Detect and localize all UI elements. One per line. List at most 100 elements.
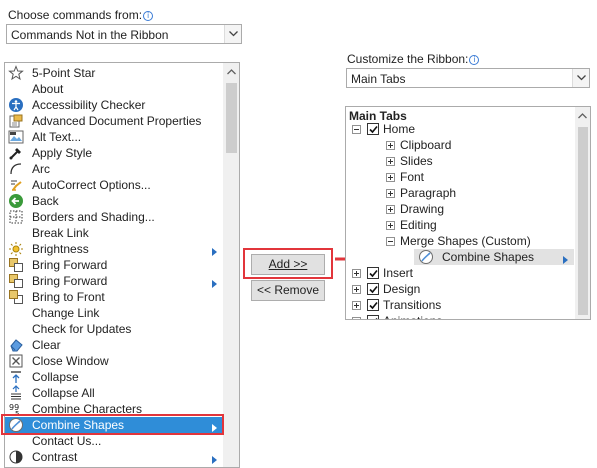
command-list-item[interactable]: Borders and Shading...	[5, 209, 223, 225]
tree-scrollbar[interactable]	[575, 107, 590, 319]
collapse-icon	[8, 369, 24, 385]
command-label: About	[32, 82, 64, 96]
expand-icon[interactable]	[352, 301, 361, 310]
command-list-item[interactable]: Bring to Front	[5, 289, 223, 305]
expand-icon[interactable]	[386, 205, 395, 214]
command-list-item[interactable]: Check for Updates	[5, 321, 223, 337]
bring-forward-icon	[8, 273, 24, 289]
command-label: Accessibility Checker	[32, 98, 146, 112]
command-list-item[interactable]: About	[5, 81, 223, 97]
command-list-item[interactable]: Collapse	[5, 369, 223, 385]
document-properties-icon	[8, 113, 24, 129]
command-list-item[interactable]: AutoCorrect Options...	[5, 177, 223, 193]
checkbox-icon[interactable]	[367, 123, 379, 135]
command-list-item[interactable]: Bring Forward	[5, 273, 223, 289]
ribbon-tree-node[interactable]: Insert	[346, 265, 574, 281]
command-list-item[interactable]: Apply Style	[5, 145, 223, 161]
ribbon-tree-node[interactable]: Slides	[346, 153, 574, 169]
brightness-icon	[8, 241, 24, 257]
clear-icon	[8, 337, 24, 353]
tree-node-label: Drawing	[400, 202, 445, 216]
apply-style-icon	[8, 145, 24, 161]
expand-icon[interactable]	[352, 317, 361, 319]
command-label: Contact Us...	[32, 434, 102, 448]
add-button[interactable]: Add >>	[251, 254, 325, 275]
ribbon-tree-node[interactable]: Editing	[346, 217, 574, 233]
borders-icon	[8, 209, 24, 225]
ribbon-tree-node[interactable]: Clipboard	[346, 137, 574, 153]
command-list-item[interactable]: Arc	[5, 161, 223, 177]
ribbon-tree-node[interactable]: Design	[346, 281, 574, 297]
expand-icon[interactable]	[386, 157, 395, 166]
command-list-item[interactable]: Back	[5, 193, 223, 209]
chevron-down-icon[interactable]	[224, 25, 241, 43]
ribbon-tree-node[interactable]: Combine Shapes	[346, 249, 574, 265]
remove-button[interactable]: << Remove	[251, 280, 325, 301]
command-list-item[interactable]: Advanced Document Properties	[5, 113, 223, 129]
command-list-item[interactable]: Bring Forward	[5, 257, 223, 273]
tree-node-label: Font	[400, 170, 425, 184]
bring-to-front-icon	[8, 289, 24, 305]
expand-icon[interactable]	[386, 189, 395, 198]
command-list-item[interactable]: Break Link	[5, 225, 223, 241]
tree-node-label: Insert	[383, 266, 414, 280]
checkbox-icon[interactable]	[367, 267, 379, 279]
ribbon-tree[interactable]: Main Tabs Home Clipboard Slides Font Paragra…	[345, 106, 591, 320]
scroll-up-icon[interactable]	[578, 113, 587, 119]
choose-commands-dropdown[interactable]: Commands Not in the Ribbon	[6, 24, 242, 44]
command-list-item[interactable]: Alt Text...	[5, 129, 223, 145]
back-icon	[8, 193, 24, 209]
command-list-item[interactable]: Brightness	[5, 241, 223, 257]
expand-icon[interactable]	[352, 285, 361, 294]
ribbon-tree-node[interactable]: Transitions	[346, 297, 574, 313]
collapse-icon[interactable]	[386, 237, 395, 246]
bring-forward-icon	[8, 257, 24, 273]
command-label: Break Link	[32, 226, 89, 240]
commands-list[interactable]: 5-Point Star About Accessibility Checker Ad…	[4, 62, 240, 468]
command-list-item[interactable]: Close Window	[5, 353, 223, 369]
tree-node-label: Animations	[383, 314, 442, 319]
customize-ribbon-label: Customize the Ribbon: i	[347, 52, 480, 66]
combine-shapes-highlight	[1, 414, 224, 435]
tree-node-label: Design	[383, 282, 421, 296]
chevron-down-icon[interactable]	[572, 69, 589, 87]
expand-icon[interactable]	[386, 173, 395, 182]
autocorrect-icon	[8, 177, 24, 193]
command-list-item[interactable]: Collapse All	[5, 385, 223, 401]
ribbon-tree-node[interactable]: Font	[346, 169, 574, 185]
scroll-up-icon[interactable]	[227, 69, 236, 75]
tree-node-label: Editing	[400, 218, 437, 232]
command-label: 5-Point Star	[32, 66, 96, 80]
command-list-item[interactable]: 5-Point Star	[5, 65, 223, 81]
expand-icon[interactable]	[352, 269, 361, 278]
command-label: Collapse	[32, 370, 79, 384]
customize-ribbon-dropdown[interactable]: Main Tabs	[346, 68, 590, 88]
command-list-item[interactable]: Contrast	[5, 449, 223, 465]
command-label: Change Link	[32, 306, 100, 320]
command-label: Clear	[32, 338, 61, 352]
command-label: Apply Style	[32, 146, 93, 160]
checkbox-icon[interactable]	[367, 283, 379, 295]
command-list-item[interactable]: Contact Us...	[5, 433, 223, 449]
ribbon-tree-node[interactable]: Drawing	[346, 201, 574, 217]
expand-icon[interactable]	[386, 141, 395, 150]
command-list-item[interactable]: Accessibility Checker	[5, 97, 223, 113]
close-window-icon	[8, 353, 24, 369]
ribbon-tree-node[interactable]: Animations	[346, 313, 574, 319]
tree-node-label: Combine Shapes	[442, 250, 535, 264]
checkbox-icon[interactable]	[367, 299, 379, 311]
collapse-icon[interactable]	[352, 125, 361, 134]
scroll-thumb[interactable]	[578, 127, 588, 315]
scroll-thumb[interactable]	[226, 83, 237, 153]
command-list-item[interactable]: Change Link	[5, 305, 223, 321]
ribbon-tree-node[interactable]: Paragraph	[346, 185, 574, 201]
expand-icon[interactable]	[386, 221, 395, 230]
commands-scrollbar[interactable]	[223, 63, 239, 467]
choose-commands-label: Choose commands from: i	[8, 8, 154, 22]
ribbon-tree-node[interactable]: Merge Shapes (Custom)	[346, 233, 574, 249]
checkbox-icon[interactable]	[367, 315, 379, 319]
combine-shapes-icon	[418, 249, 434, 265]
ribbon-tree-node[interactable]: Home	[346, 121, 574, 137]
command-list-item[interactable]: Clear	[5, 337, 223, 353]
tree-node-label: Clipboard	[400, 138, 452, 152]
